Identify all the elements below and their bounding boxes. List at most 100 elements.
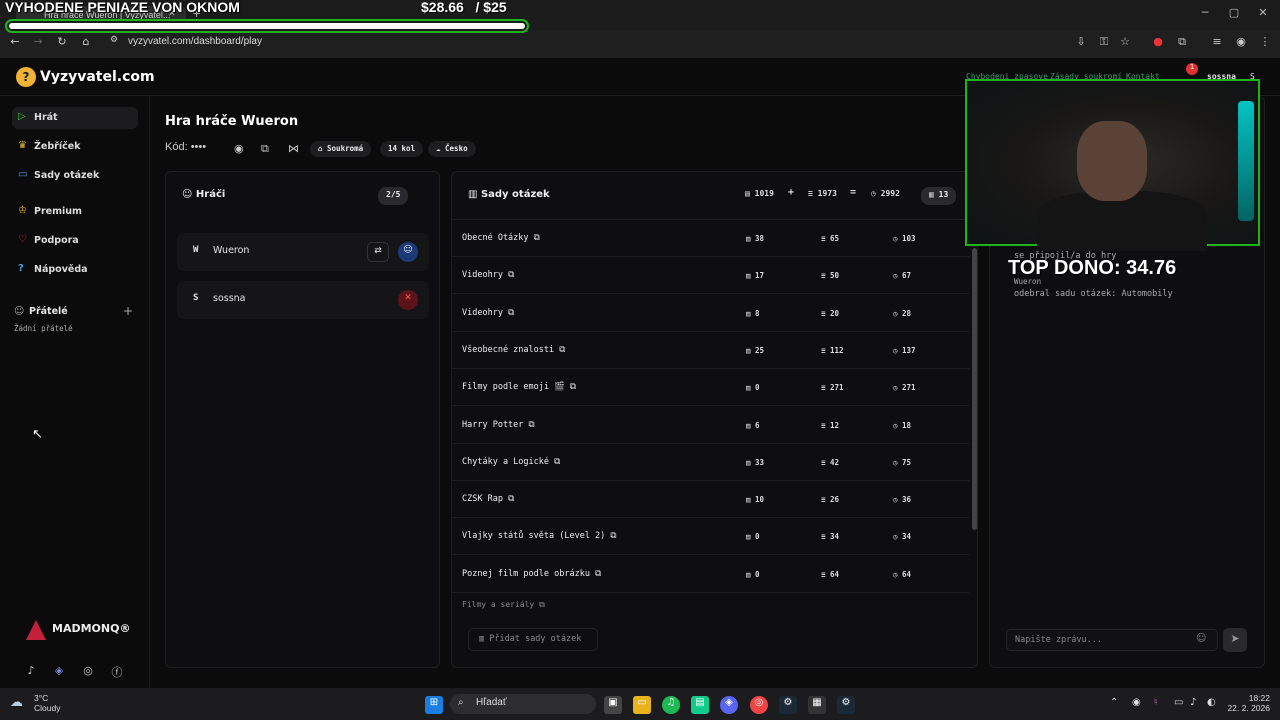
question-set-name[interactable]: Poznej film podle obrázku ⧉ [462, 569, 601, 579]
reload-icon[interactable]: ↻ [54, 35, 70, 51]
forward-icon[interactable]: → [30, 35, 46, 51]
key-icon[interactable]: ⚿ [1096, 35, 1112, 51]
external-link-icon[interactable]: ⧉ [508, 494, 514, 504]
sidebar-item-play[interactable]: ▷ Hrát [12, 107, 138, 129]
player-row: S sossna ✕ [177, 281, 429, 319]
facebook-icon[interactable]: ⓕ [110, 664, 124, 679]
taskbar-search[interactable]: Hľadať [450, 694, 596, 714]
question-sets-scrollbar[interactable] [972, 248, 977, 530]
add-question-sets-button[interactable]: ▥ Přidat sady otázek [468, 628, 598, 651]
sidebar-item-leaderboard[interactable]: ♛ Žebříček [12, 136, 138, 158]
tray-chevron-icon[interactable]: ⌃ [1110, 697, 1118, 708]
network-icon[interactable]: ▭ [1174, 697, 1183, 708]
send-button[interactable]: ➤ [1223, 628, 1247, 652]
file-explorer-icon[interactable]: ▭ [633, 696, 651, 714]
question-set-row[interactable]: CZSK Rap ⧉ ▤ 10 ≡ 26 ◷ 36 [451, 481, 969, 519]
external-link-icon[interactable]: ⧉ [559, 345, 565, 355]
question-set-row[interactable]: Poznej film podle obrázku ⧉ ▤ 0 ≡ 64 ◷ 64 [451, 556, 969, 593]
profile-icon[interactable]: ◉ [1233, 35, 1249, 51]
bookmark-star-icon[interactable]: ☆ [1117, 35, 1133, 51]
weather-widget[interactable]: 3°C Cloudy [34, 693, 60, 713]
instagram-icon[interactable]: ◎ [81, 664, 95, 678]
question-set-row[interactable]: Vlajky států světa (Level 2) ⧉ ▤ 0 ≡ 34 ◷ 3… [451, 518, 969, 556]
external-link-icon[interactable]: ⧉ [595, 569, 601, 579]
question-set-total: ◷ 271 [893, 383, 916, 392]
taskbar-clock[interactable]: 18:22 22. 2. 2026 [1224, 693, 1270, 713]
question-set-name[interactable]: Videohry ⧉ [462, 308, 514, 318]
reading-list-icon[interactable]: ≡ [1209, 35, 1225, 51]
question-set-name[interactable]: Všeobecné znalosti ⧉ [462, 345, 565, 355]
overlay-current: $28.66 [421, 0, 464, 15]
question-set-row[interactable]: Filmy podle emoji 🎬 ⧉ ▤ 0 ≡ 271 ◷ 271 [451, 369, 969, 407]
language-badge: ☁ Česko [428, 141, 476, 157]
add-friend-button[interactable]: + [123, 304, 133, 318]
transfer-host-icon[interactable]: ⇄ [367, 242, 389, 262]
sidebar-item-label: Žebříček [34, 141, 81, 152]
steam2-icon[interactable]: ⚙ [837, 696, 855, 714]
extension-icon[interactable]: ● [1150, 35, 1166, 51]
tiktok-icon[interactable]: ♪ [24, 664, 38, 678]
external-link-icon[interactable]: ⧉ [570, 382, 576, 392]
question-set-name[interactable]: Chytáky a Logické ⧉ [462, 457, 560, 467]
url-bar[interactable]: vyzyvatel.com/dashboard/play [108, 34, 1068, 52]
question-set-total: ◷ 137 [893, 346, 916, 355]
question-set-row[interactable]: Všeobecné znalosti ⧉ ▤ 25 ≡ 112 ◷ 137 [451, 332, 969, 369]
task-view-icon[interactable]: ▣ [604, 696, 622, 714]
minimize-icon[interactable]: ─ [1195, 6, 1215, 20]
start-icon[interactable]: ⊞ [425, 696, 443, 714]
external-link-icon[interactable]: ⧉ [508, 308, 514, 318]
external-link-icon[interactable]: ⧉ [610, 531, 616, 541]
puzzle-icon[interactable]: ⧉ [1174, 35, 1190, 51]
question-set-row[interactable]: Harry Potter ⧉ ▤ 6 ≡ 12 ◷ 18 [451, 407, 969, 444]
back-icon[interactable]: ← [7, 35, 23, 51]
book-add-icon: ▥ [479, 634, 490, 644]
window-close-icon[interactable]: ✕ [1253, 6, 1273, 20]
home-icon[interactable]: ⌂ [78, 35, 94, 51]
app-icon[interactable]: ▤ [691, 696, 709, 714]
app2-icon[interactable]: ▦ [808, 696, 826, 714]
tray-app-icon[interactable]: ◉ [1132, 697, 1141, 708]
question-set-name[interactable]: Obecné Otázky ⧉ [462, 233, 540, 243]
madmonq-logo[interactable]: MADMONQ® [52, 622, 130, 635]
microphone-icon[interactable]: ♮ [1154, 697, 1158, 708]
kick-player-button[interactable]: ✕ [398, 290, 418, 310]
question-set-name[interactable]: Harry Potter ⧉ [462, 420, 535, 430]
question-set-row[interactable]: Videohry ⧉ ▤ 17 ≡ 50 ◷ 67 [451, 257, 969, 295]
question-set-row[interactable]: Obecné Otázky ⧉ ▤ 38 ≡ 65 ◷ 103 [451, 220, 969, 257]
install-icon[interactable]: ⇩ [1073, 35, 1089, 51]
question-set-title: Poznej film podle obrázku [462, 568, 590, 579]
external-link-icon[interactable]: ⧉ [534, 233, 540, 243]
external-link-icon[interactable]: ⧉ [529, 420, 535, 430]
discord-taskbar-icon[interactable]: ◈ [720, 696, 738, 714]
volume-icon[interactable]: ♪ [1190, 697, 1196, 708]
site-logo[interactable]: ? Vyzyvatel.com [16, 67, 155, 87]
chat-input[interactable]: Napište zprávu... [1006, 629, 1218, 651]
question-set-name[interactable]: CZSK Rap ⧉ [462, 494, 514, 504]
show-code-eye-icon[interactable]: ◉ [234, 142, 244, 155]
question-set-row[interactable]: Chytáky a Logické ⧉ ▤ 33 ≡ 42 ◷ 75 [451, 444, 969, 481]
copy-icon[interactable]: ⧉ [261, 142, 269, 156]
play-icon: ▷ [18, 111, 26, 122]
spotify-icon[interactable]: ♫ [662, 696, 680, 714]
external-link-icon[interactable]: ⧉ [508, 270, 514, 280]
steam-icon[interactable]: ⚙ [779, 696, 797, 714]
question-set-row[interactable]: Videohry ⧉ ▤ 8 ≡ 20 ◷ 28 [451, 295, 969, 332]
sidebar-item-support[interactable]: ♡ Podpora [12, 230, 138, 252]
chat-line: odebral sadu otázek: Automobily [1014, 289, 1173, 299]
plus-sign: + [788, 187, 795, 198]
maximize-icon[interactable]: ▢ [1224, 6, 1244, 20]
question-set-name[interactable]: Vlajky států světa (Level 2) ⧉ [462, 531, 617, 541]
battery-icon[interactable]: ◐ [1207, 697, 1216, 708]
browser-menu-icon[interactable]: ⋮ [1257, 35, 1273, 51]
stat-b-icon: ≡ [821, 234, 831, 243]
sidebar-item-question-sets[interactable]: ▭ Sady otázek [12, 165, 138, 187]
sidebar-item-help[interactable]: ? Nápověda [12, 259, 138, 281]
discord-icon[interactable]: ◈ [52, 664, 66, 678]
sidebar-item-premium[interactable]: ♔ Premium [12, 201, 138, 223]
chrome-icon[interactable]: ◎ [750, 696, 768, 714]
external-link-icon[interactable]: ⧉ [554, 457, 560, 467]
emoji-icon[interactable]: ☺ [1196, 633, 1206, 644]
share-icon[interactable]: ⋈ [288, 142, 299, 155]
question-set-name[interactable]: Videohry ⧉ [462, 270, 514, 280]
question-set-name[interactable]: Filmy podle emoji 🎬 ⧉ [462, 382, 576, 392]
